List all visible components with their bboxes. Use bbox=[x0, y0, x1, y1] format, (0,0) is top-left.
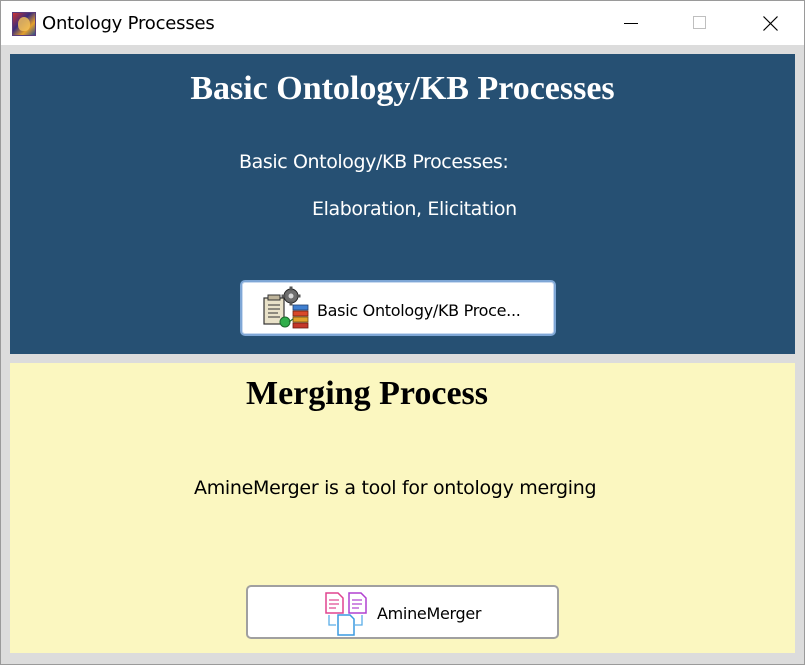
amine-logo-icon[interactable] bbox=[12, 12, 36, 36]
ontology-process-icon bbox=[263, 286, 309, 329]
close-button[interactable] bbox=[735, 1, 805, 45]
basic-processes-panel: Basic Ontology/KB Processes Basic Ontolo… bbox=[10, 54, 795, 354]
app-window: Ontology Processes Basic Ontology/KB Pro… bbox=[0, 0, 805, 665]
basic-processes-button[interactable]: Basic Ontology/KB Proce... bbox=[240, 280, 556, 336]
amine-merger-button-label: AmineMerger bbox=[377, 604, 482, 623]
merging-process-heading: Merging Process bbox=[246, 375, 489, 412]
basic-processes-description-line2: Elaboration, Elicitation bbox=[312, 198, 517, 220]
title-bar[interactable]: Ontology Processes bbox=[1, 1, 804, 45]
basic-processes-description-line1: Basic Ontology/KB Processes: bbox=[239, 151, 509, 173]
basic-processes-button-label: Basic Ontology/KB Proce... bbox=[317, 301, 521, 320]
merge-documents-icon bbox=[325, 592, 367, 636]
window-title: Ontology Processes bbox=[42, 13, 215, 34]
merging-process-panel: Merging Process AmineMerger is a tool fo… bbox=[10, 363, 795, 653]
minimize-button[interactable] bbox=[597, 1, 667, 45]
basic-processes-heading: Basic Ontology/KB Processes bbox=[190, 70, 615, 107]
maximize-button[interactable] bbox=[664, 1, 734, 45]
amine-merger-button[interactable]: AmineMerger bbox=[246, 585, 559, 639]
merging-process-description: AmineMerger is a tool for ontology mergi… bbox=[194, 477, 597, 499]
close-icon bbox=[763, 16, 778, 31]
